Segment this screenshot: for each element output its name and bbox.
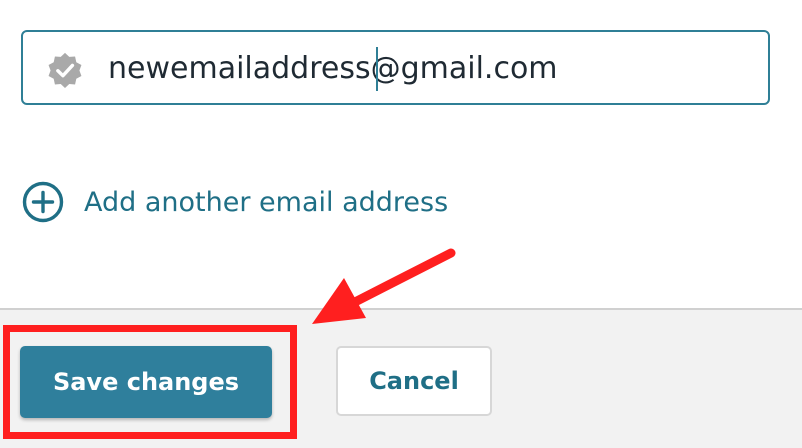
- add-email-label: Add another email address: [84, 186, 449, 218]
- verified-badge-icon: [48, 52, 82, 89]
- email-input-value[interactable]: newemailaddress@gmail.com: [108, 48, 558, 90]
- save-changes-button[interactable]: Save changes: [20, 346, 272, 418]
- cancel-button[interactable]: Cancel: [336, 346, 492, 416]
- text-cursor: [376, 47, 378, 91]
- plus-circle-icon: [22, 181, 64, 223]
- add-email-link[interactable]: Add another email address: [21, 178, 448, 226]
